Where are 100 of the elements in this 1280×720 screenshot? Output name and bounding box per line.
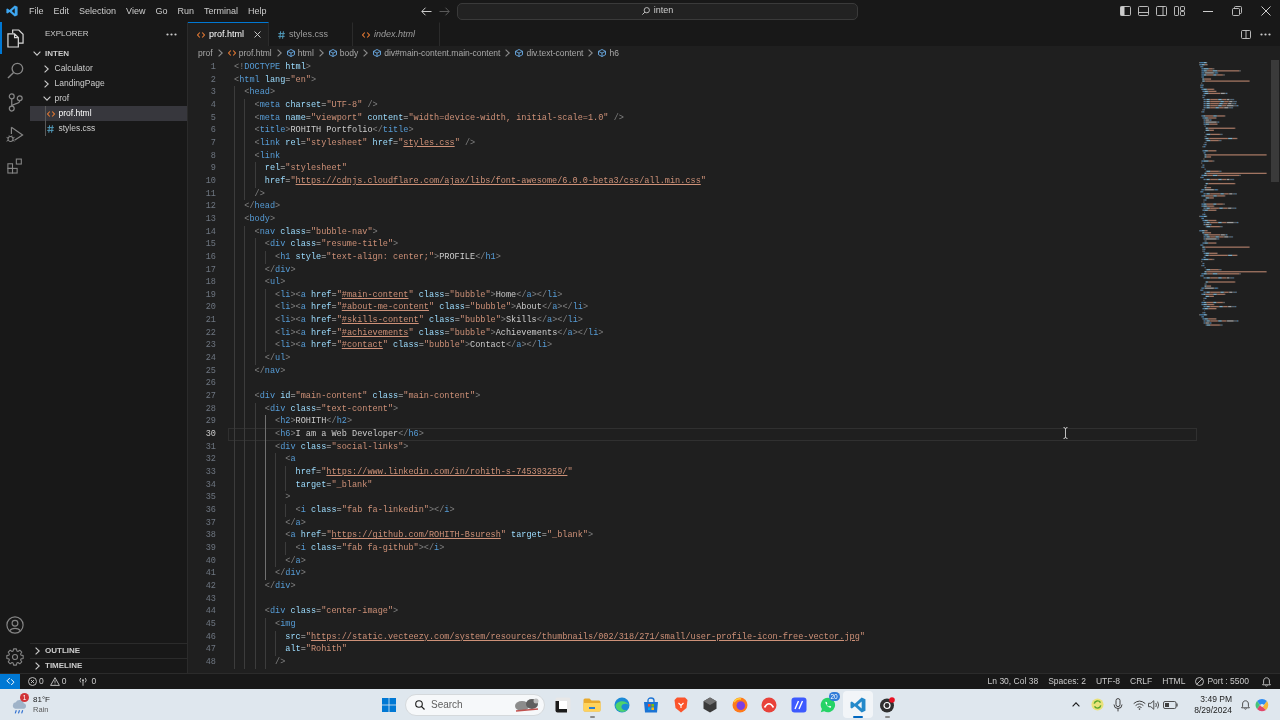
shopping-bag-icon[interactable] [643,696,660,713]
remote-button[interactable] [0,674,20,689]
ports-button[interactable]: 0 [78,674,97,689]
app-logo-icon[interactable] [6,5,18,17]
indentation-status[interactable]: Spaces: 2 [1048,675,1086,688]
breadcrumb-item[interactable]: prof [198,46,213,60]
warning-icon [49,677,60,686]
menu-item[interactable]: Run [172,0,199,22]
wifi-icon[interactable] [1132,699,1146,710]
arrow-left-icon[interactable] [421,6,432,16]
code-line: </a> [285,516,306,530]
folder-item[interactable]: LandingPage [30,76,187,91]
arrow-right-icon[interactable] [439,6,450,16]
panel-bottom-icon[interactable] [1137,6,1149,16]
problems-button[interactable]: 0 0 [28,674,67,689]
line-number: 37 [205,516,216,530]
line-number: 6 [210,124,216,137]
mic-icon[interactable] [1113,697,1123,712]
menu-item[interactable]: Help [242,0,272,22]
orb-app-icon[interactable] [731,696,748,713]
speaker-icon[interactable] [1148,699,1160,710]
line-number: 21 [205,314,216,327]
code-line: /> [275,655,286,669]
error-icon [28,677,37,686]
section-header[interactable]: OUTLINE [30,643,187,658]
folder-item[interactable]: prof [30,91,187,106]
menu-item[interactable]: Edit [48,0,75,22]
code-line: <meta name="viewport" content="width=device-width, initial-scale=1.0" /> [254,111,624,125]
windows-logo-icon[interactable] [382,697,396,712]
breadcrumb-item[interactable]: html [286,46,314,60]
close-icon[interactable] [1260,6,1271,16]
hash-icon [278,30,285,39]
breadcrumb-item[interactable]: h6 [598,46,619,60]
layout-grid-icon[interactable] [1173,6,1185,16]
tree-item[interactable]: prof.html [30,106,187,121]
encoding-status[interactable]: UTF-8 [1095,675,1121,688]
line-number: 30 [205,428,216,441]
code-editor-icon[interactable] [849,696,866,713]
close-icon[interactable] [253,31,261,38]
panel-right-icon[interactable] [1155,6,1167,16]
line-number: 8 [210,149,216,163]
line-ending-status[interactable]: CRLF [1130,675,1153,688]
line-number: 11 [205,187,216,201]
split-editor-icon[interactable] [1241,29,1251,39]
code-line: <div class="text-content"> [264,402,399,416]
clock-date[interactable]: 8/29/2024 [1194,704,1232,716]
line-number: 1 [210,61,216,74]
account-icon[interactable] [6,616,24,634]
tree-item[interactable]: styles.css [30,121,187,136]
command-center[interactable]: inten [457,2,858,20]
bell-icon[interactable] [1240,699,1250,710]
menu-item[interactable]: Terminal [198,0,243,22]
scrollbar[interactable] [1271,60,1279,182]
browser-swirl-icon[interactable] [613,696,630,713]
code-line: <!DOCTYPE html> [234,61,311,74]
folder-icon[interactable] [583,697,602,712]
code-line: <ul> [264,276,286,289]
clock-time[interactable]: 3:49 PM [1200,693,1232,705]
chat-bubble-icon[interactable] [820,696,837,713]
more-icon[interactable] [1260,32,1271,36]
arc-app-icon[interactable] [761,696,778,713]
branch-icon [7,92,23,112]
shield-icon[interactable] [673,696,688,713]
code-brackets-icon [227,50,236,56]
live-server-button[interactable]: Port : 5500 [1195,675,1249,688]
language-mode[interactable]: HTML [1162,675,1186,688]
menu-item[interactable]: View [121,0,151,22]
swirl-logo-icon[interactable] [1255,697,1269,712]
minimize-icon[interactable] [1202,10,1213,12]
menu-item[interactable]: File [24,0,49,22]
line-number: 2 [210,73,216,87]
restore-icon[interactable] [1231,6,1242,16]
ring-app-icon[interactable] [879,696,896,713]
battery-icon[interactable] [1162,700,1178,709]
code-line: rel="stylesheet" [264,162,347,175]
chevron-up-icon[interactable] [1071,702,1080,707]
code-line: > [285,491,291,504]
breadcrumb-item[interactable]: prof.html [227,46,272,60]
breadcrumb-item[interactable]: div#main-content.main-content [373,46,501,60]
editor-tab[interactable]: prof.html [188,22,269,46]
folder-item[interactable]: Calculator [30,61,187,76]
settings-icon[interactable] [6,648,24,666]
breadcrumb-item[interactable]: div.text-content [515,46,584,60]
more-icon[interactable] [166,32,177,36]
search-field[interactable]: Search [405,693,545,716]
stripes-app-icon[interactable] [790,696,807,713]
panel-left-icon[interactable] [1119,6,1131,16]
workspace-folder[interactable]: INTEN [30,46,187,61]
cursor-position[interactable]: Ln 30, Col 38 [987,675,1039,688]
breadcrumb-item[interactable]: body [328,46,359,60]
code-brackets-icon [197,31,205,38]
line-number: 44 [205,605,216,618]
menu-item[interactable]: Go [150,0,173,22]
code-line: </div> [264,579,296,593]
line-number: 27 [205,390,216,403]
line-number: 40 [205,554,216,568]
menu-item[interactable]: Selection [74,0,122,22]
hexagon-icon[interactable] [702,696,719,713]
line-number: 26 [205,377,216,391]
window-app-icon[interactable] [554,696,571,713]
